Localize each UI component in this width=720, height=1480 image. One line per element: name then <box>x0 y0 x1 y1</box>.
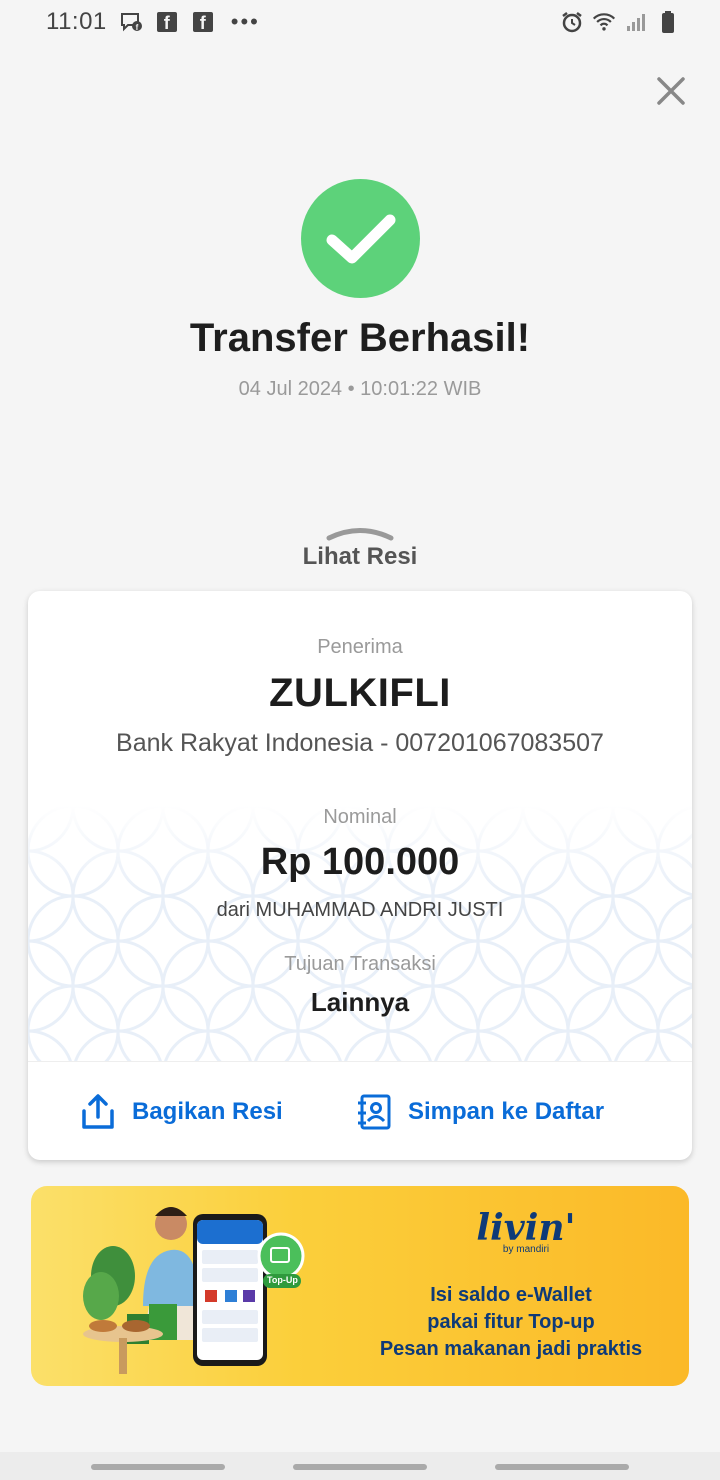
status-right <box>560 10 680 34</box>
purpose-label: Tujuan Transaksi <box>284 953 436 975</box>
more-notifications-icon: ••• <box>230 9 260 34</box>
close-icon <box>657 77 685 105</box>
promo-line-1: Isi saldo e-Wallet <box>430 1284 592 1306</box>
livin-brand: livin' <box>476 1207 576 1249</box>
status-time: 11:01 <box>46 8 107 35</box>
recipient-label: Penerima <box>317 636 403 658</box>
chevron-up-icon <box>326 528 394 541</box>
share-icon <box>82 1094 114 1129</box>
facebook-icon: f <box>155 10 179 34</box>
save-to-list-label: Simpan ke Daftar <box>408 1098 605 1125</box>
purpose-value: Lainnya <box>310 987 410 1017</box>
close-button[interactable] <box>652 72 690 110</box>
promo-text: Isi saldo e-Wallet pakai fitur Top-up Pe… <box>361 1282 661 1363</box>
battery-icon <box>656 10 680 34</box>
messenger-notification-icon: f <box>119 10 143 34</box>
divider <box>28 1061 692 1062</box>
livin-logo: livin' by mandiri <box>471 1208 581 1268</box>
svg-text:f: f <box>135 23 138 32</box>
wifi-icon <box>592 10 616 34</box>
amount-label: Nominal <box>323 806 397 828</box>
promo-illustration <box>83 1207 305 1374</box>
view-receipt-label: Lihat Resi <box>302 543 418 570</box>
nav-recents-button[interactable] <box>91 1464 225 1470</box>
alarm-icon <box>560 10 584 34</box>
promo-banner[interactable]: Top-Up livin' by mandiri Isi saldo e-Wal… <box>31 1186 689 1386</box>
recipient-name: ZULKIFLI <box>269 671 451 715</box>
success-check-icon <box>301 179 420 298</box>
page-title: Transfer Berhasil! <box>189 316 531 360</box>
topup-badge: Top-Up <box>267 1275 298 1285</box>
promo-line-3: Pesan makanan jadi praktis <box>379 1338 643 1360</box>
save-contact-icon <box>358 1094 391 1130</box>
share-receipt-button[interactable]: Bagikan Resi <box>80 1089 283 1135</box>
facebook-icon: f <box>191 10 215 34</box>
sender-name: dari MUHAMMAD ANDRI JUSTI <box>216 899 504 921</box>
nav-back-button[interactable] <box>495 1464 629 1470</box>
amount-value: Rp 100.000 <box>260 841 460 883</box>
system-nav-bar <box>0 1452 720 1480</box>
nav-home-button[interactable] <box>293 1464 427 1470</box>
promo-line-2: pakai fitur Top-up <box>427 1311 595 1333</box>
signal-icon <box>624 10 648 34</box>
view-receipt-toggle[interactable]: Lihat Resi <box>260 525 460 579</box>
share-receipt-label: Bagikan Resi <box>132 1098 283 1125</box>
recipient-bank-account: Bank Rakyat Indonesia - 007201067083507 <box>116 729 604 757</box>
save-to-list-button[interactable]: Simpan ke Daftar <box>356 1089 604 1135</box>
receipt-card: Penerima ZULKIFLI Bank Rakyat Indonesia … <box>28 591 692 1160</box>
transaction-datetime: 04 Jul 2024 • 10:01:22 WIB <box>238 378 482 400</box>
status-left: 11:01 f f f ••• <box>46 8 260 36</box>
status-bar: 11:01 f f f ••• <box>0 0 720 44</box>
